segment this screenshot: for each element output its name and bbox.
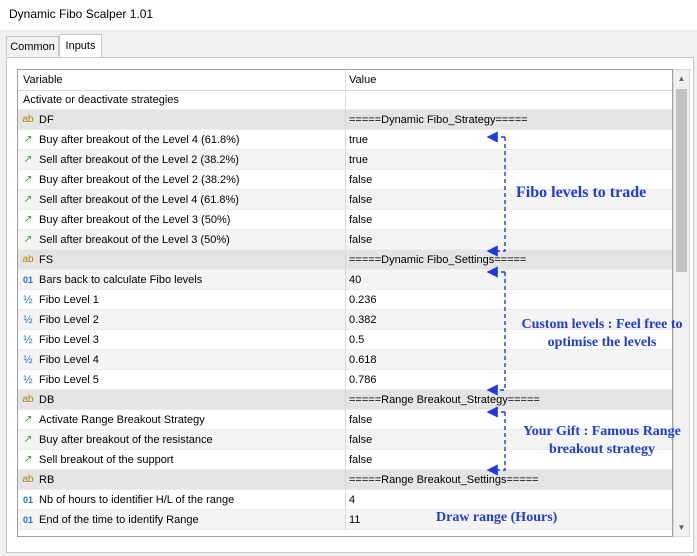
annotation-arrow-fibo-levels <box>486 137 506 257</box>
annotation-custom-levels-line2: optimise the levels <box>547 335 657 350</box>
annotation-draw-range: Draw range (Hours) <box>436 510 558 525</box>
annotation-gift-line1: Your Gift : Famous Range <box>523 424 681 439</box>
annotation-fibo-levels: Fibo levels to trade <box>516 184 647 201</box>
annotation-arrow-gift <box>486 412 506 476</box>
annotation-arrow-custom-levels <box>486 272 506 396</box>
annotation-custom-levels-line1: Custom levels : Feel free to <box>521 317 683 332</box>
annotation-arrows <box>486 131 506 476</box>
annotation-gift-line2: breakout strategy <box>549 442 655 457</box>
